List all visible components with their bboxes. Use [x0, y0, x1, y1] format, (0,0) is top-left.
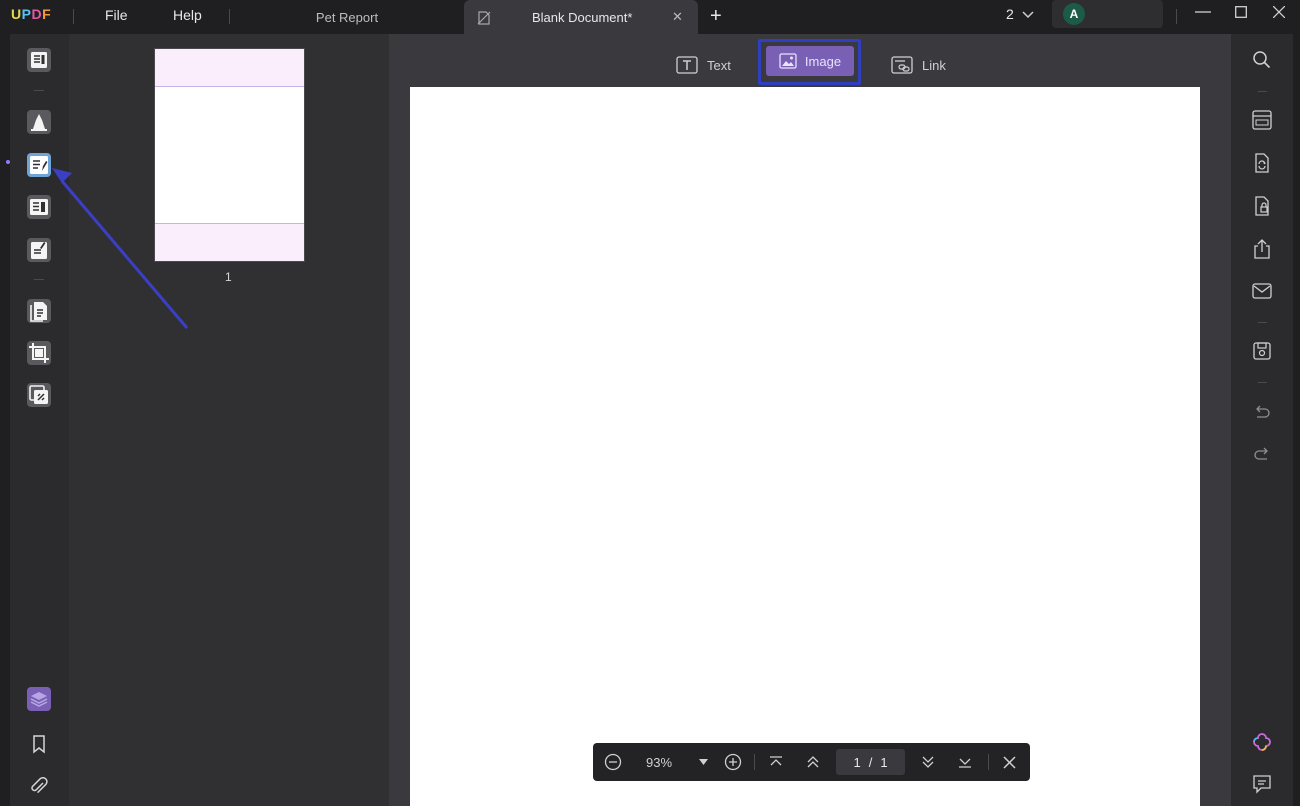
comment-icon[interactable]: [26, 109, 52, 135]
toolbar-divider: [1258, 382, 1267, 383]
page-thumbnail[interactable]: [154, 48, 305, 262]
tab-label: Blank Document*: [532, 10, 633, 25]
title-divider: [229, 9, 230, 24]
tab-blank-document[interactable]: Blank Document* ✕: [464, 0, 698, 34]
avatar[interactable]: A: [1063, 3, 1085, 25]
zoom-out-icon: [604, 753, 622, 771]
add-image-button[interactable]: Image: [766, 46, 854, 76]
layers-icon[interactable]: [26, 686, 52, 712]
menu-help[interactable]: Help: [173, 7, 202, 23]
toolbar-divider: [1258, 322, 1267, 323]
link-icon: [891, 56, 913, 74]
tab-pet-report[interactable]: Pet Report: [232, 0, 462, 34]
previous-page-button[interactable]: [806, 743, 820, 781]
zoom-in-icon: [724, 753, 742, 771]
new-tab-button[interactable]: +: [710, 5, 722, 28]
link-tool-label: Link: [922, 57, 946, 73]
double-chevron-down-icon: [922, 756, 934, 768]
prepare-form-icon[interactable]: [26, 237, 52, 263]
thumbnail-content: [155, 86, 304, 224]
title-divider: [1176, 9, 1177, 24]
zoom-divider: [754, 754, 755, 770]
edit-pdf-icon[interactable]: [26, 152, 52, 178]
zoom-dropdown[interactable]: [699, 743, 708, 781]
convert-icon[interactable]: [26, 298, 52, 324]
page-number-input[interactable]: 1 / 1: [836, 749, 905, 775]
menu-file[interactable]: File: [105, 7, 128, 23]
ai-assistant-icon[interactable]: [1251, 731, 1273, 753]
close-icon: [1003, 755, 1016, 769]
close-zoom-bar-button[interactable]: [1003, 743, 1016, 781]
crop-icon[interactable]: [26, 340, 52, 366]
zoom-bar: 93% 1 / 1: [593, 743, 1030, 781]
maximize-icon[interactable]: [1235, 6, 1247, 18]
tab-label: Pet Report: [315, 9, 379, 25]
watermark-icon[interactable]: [26, 382, 52, 408]
save-icon[interactable]: [1251, 340, 1273, 362]
close-window-icon[interactable]: [1273, 6, 1285, 18]
email-icon[interactable]: [1251, 280, 1273, 302]
current-page: 1: [853, 754, 861, 770]
close-tab-icon[interactable]: ✕: [672, 9, 683, 25]
last-page-button[interactable]: [958, 743, 972, 781]
bookmark-icon[interactable]: [26, 731, 52, 757]
title-divider: [73, 9, 74, 24]
toolbar-divider: [34, 279, 44, 280]
toolbar-divider: [1258, 91, 1267, 92]
image-icon: [779, 53, 797, 69]
zoom-in-button[interactable]: [724, 743, 742, 781]
caret-down-icon: [699, 759, 708, 765]
add-text-button[interactable]: Text: [676, 50, 731, 80]
text-tool-label: Text: [707, 57, 731, 73]
search-icon[interactable]: [1251, 49, 1273, 71]
convert-pdf-icon[interactable]: [1251, 152, 1273, 174]
next-page-button[interactable]: [921, 743, 935, 781]
ocr-icon[interactable]: [1251, 109, 1273, 131]
attachment-icon[interactable]: [26, 773, 52, 799]
right-toolbar: [1231, 34, 1293, 806]
left-toolbar: [6, 34, 69, 806]
text-box-icon: [676, 56, 698, 74]
reader-icon[interactable]: [26, 47, 52, 73]
first-page-button[interactable]: [769, 743, 783, 781]
document-area: Text Image Link: [389, 34, 1231, 806]
redo-icon[interactable]: [1251, 444, 1273, 466]
chat-icon[interactable]: [1251, 773, 1273, 795]
share-icon[interactable]: [1251, 238, 1273, 260]
window-count-dropdown[interactable]: 2: [1006, 6, 1034, 22]
first-page-icon: [770, 756, 782, 766]
total-pages: 1: [880, 754, 888, 770]
minimize-icon[interactable]: [1195, 11, 1211, 13]
zoom-out-button[interactable]: [604, 743, 622, 781]
thumbnail-panel: 1: [69, 34, 389, 806]
add-link-button[interactable]: Link: [891, 50, 946, 80]
toolbar-divider: [34, 90, 44, 91]
active-indicator: [6, 160, 10, 164]
window-count: 2: [1006, 6, 1014, 22]
zoom-divider: [988, 754, 989, 770]
last-page-icon: [959, 758, 971, 768]
unsaved-document-icon: [477, 11, 491, 25]
pdf-page[interactable]: [410, 87, 1200, 806]
protect-icon[interactable]: [1251, 195, 1273, 217]
app-logo[interactable]: UPDF: [11, 6, 51, 22]
zoom-level[interactable]: 93%: [646, 743, 672, 781]
thumbnail-page-number: 1: [225, 270, 232, 284]
page-separator: /: [868, 754, 873, 770]
title-bar: UPDF File Help Pet Report Blank Document…: [0, 0, 1300, 34]
double-chevron-up-icon: [807, 756, 819, 768]
organize-pages-icon[interactable]: [26, 194, 52, 220]
undo-icon[interactable]: [1251, 402, 1273, 424]
image-tool-label: Image: [804, 53, 842, 69]
chevron-down-icon: [1022, 11, 1034, 19]
